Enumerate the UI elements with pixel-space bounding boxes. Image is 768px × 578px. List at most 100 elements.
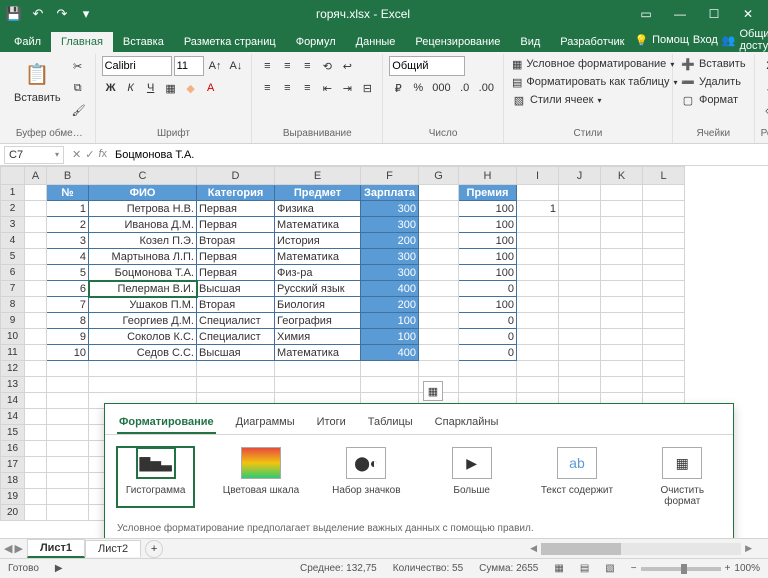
qat-customize-icon[interactable]: ▾	[76, 4, 96, 24]
sheet-nav-next-icon[interactable]: ▶	[14, 542, 22, 555]
select-all-corner[interactable]	[1, 167, 25, 185]
cell[interactable]: 100	[361, 329, 419, 345]
col-header-I[interactable]: I	[517, 167, 559, 185]
cell[interactable]: Специалист	[197, 329, 275, 345]
row-header[interactable]: 17	[1, 457, 25, 473]
tab-formulas[interactable]: Формул	[286, 32, 346, 52]
row-header[interactable]: 10	[1, 329, 25, 345]
cell[interactable]: 9	[47, 329, 89, 345]
cell[interactable]: Боцмонова Т.А.	[89, 265, 197, 281]
col-header-A[interactable]: A	[25, 167, 47, 185]
view-page-break-icon[interactable]: ▧	[605, 563, 614, 574]
cell[interactable]: 8	[47, 313, 89, 329]
tab-page-layout[interactable]: Разметка страниц	[174, 32, 286, 52]
qa-item-clear-format[interactable]: ▦Очистить формат	[644, 447, 721, 507]
cell[interactable]: 100	[459, 297, 517, 313]
cell[interactable]	[517, 313, 559, 329]
col-header-D[interactable]: D	[197, 167, 275, 185]
cell-styles-button[interactable]: ▧Стили ячеек▾	[510, 92, 666, 108]
underline-button[interactable]: Ч	[142, 79, 160, 97]
align-middle-icon[interactable]: ≡	[278, 57, 296, 75]
format-painter-icon[interactable]: 🖌	[69, 101, 89, 119]
row-header[interactable]: 16	[1, 441, 25, 457]
cell[interactable]: Вторая	[197, 297, 275, 313]
zoom-in-icon[interactable]: +	[725, 563, 731, 574]
cell[interactable]: Первая	[197, 201, 275, 217]
cell[interactable]: 400	[361, 281, 419, 297]
tell-me-label[interactable]: Помощ	[652, 34, 689, 46]
bold-button[interactable]: Ж	[102, 79, 120, 97]
zoom-control[interactable]: − + 100%	[631, 563, 760, 574]
qa-tab-sparklines[interactable]: Спарклайны	[433, 412, 501, 434]
cell[interactable]: 100	[459, 249, 517, 265]
table-header[interactable]: №	[47, 185, 89, 201]
cell[interactable]	[517, 265, 559, 281]
table-header[interactable]: Категория	[197, 185, 275, 201]
new-sheet-button[interactable]: +	[145, 540, 163, 558]
horizontal-scrollbar[interactable]: ◀▶	[163, 543, 768, 555]
cell[interactable]: Специалист	[197, 313, 275, 329]
table-header[interactable]: ФИО	[89, 185, 197, 201]
redo-icon[interactable]: ↷	[52, 4, 72, 24]
paste-button[interactable]: 📋 Вставить	[10, 56, 65, 106]
row-header[interactable]: 9	[1, 313, 25, 329]
ribbon-options-icon[interactable]: ▭	[630, 4, 662, 24]
cell[interactable]	[517, 249, 559, 265]
cell[interactable]	[517, 345, 559, 361]
comma-icon[interactable]: 000	[429, 79, 453, 97]
col-header-L[interactable]: L	[643, 167, 685, 185]
cell[interactable]: 10	[47, 345, 89, 361]
row-header[interactable]: 4	[1, 233, 25, 249]
cell[interactable]: 100	[459, 201, 517, 217]
align-left-icon[interactable]: ≡	[258, 79, 276, 97]
cell[interactable]: Математика	[275, 217, 361, 233]
col-header-H[interactable]: H	[459, 167, 517, 185]
delete-cells-button[interactable]: ➖Удалить	[679, 74, 748, 90]
merge-icon[interactable]: ⊟	[358, 79, 376, 97]
qa-item-greater-than[interactable]: ▶Больше	[433, 447, 510, 507]
row-header[interactable]: 19	[1, 489, 25, 505]
row-header[interactable]: 5	[1, 249, 25, 265]
conditional-formatting-button[interactable]: ▦Условное форматирование▾	[510, 56, 666, 72]
qa-tab-totals[interactable]: Итоги	[315, 412, 348, 434]
row-header[interactable]: 14	[1, 393, 25, 409]
cell[interactable]: Первая	[197, 217, 275, 233]
cell[interactable]: История	[275, 233, 361, 249]
cell[interactable]: 1	[47, 201, 89, 217]
cell[interactable]: Мартынова Л.П.	[89, 249, 197, 265]
insert-cells-button[interactable]: ➕Вставить	[679, 56, 748, 72]
cell[interactable]: География	[275, 313, 361, 329]
col-header-C[interactable]: C	[89, 167, 197, 185]
row-header[interactable]: 3	[1, 217, 25, 233]
cell[interactable]: 0	[459, 281, 517, 297]
fx-icon[interactable]: fx	[98, 148, 107, 161]
align-bottom-icon[interactable]: ≡	[298, 57, 316, 75]
cell[interactable]: Физ-ра	[275, 265, 361, 281]
cell[interactable]: 1	[517, 201, 559, 217]
row-header[interactable]: 8	[1, 297, 25, 313]
cell[interactable]	[517, 297, 559, 313]
cell[interactable]: Русский язык	[275, 281, 361, 297]
qa-tab-charts[interactable]: Диаграммы	[234, 412, 297, 434]
qa-tab-formatting[interactable]: Форматирование	[117, 412, 216, 434]
cell[interactable]: 0	[459, 345, 517, 361]
tab-view[interactable]: Вид	[510, 32, 550, 52]
col-header-F[interactable]: F	[361, 167, 419, 185]
clear-icon[interactable]: ◇	[761, 101, 768, 119]
cell[interactable]: Высшая	[197, 345, 275, 361]
cancel-formula-icon[interactable]: ✕	[72, 148, 81, 161]
quick-analysis-button[interactable]: ▦	[423, 381, 443, 401]
table-header[interactable]: Предмет	[275, 185, 361, 201]
increase-decimal-icon[interactable]: .0	[456, 79, 474, 97]
align-right-icon[interactable]: ≡	[298, 79, 316, 97]
row-header[interactable]: 1	[1, 185, 25, 201]
row-header[interactable]: 20	[1, 505, 25, 521]
qa-item-text-contains[interactable]: abТекст содержит	[538, 447, 615, 507]
name-box[interactable]: C7▾	[4, 146, 64, 164]
cell[interactable]: 300	[361, 265, 419, 281]
border-icon[interactable]: ▦	[162, 79, 180, 97]
cell[interactable]: Седов С.С.	[89, 345, 197, 361]
formula-input[interactable]	[111, 146, 768, 164]
undo-icon[interactable]: ↶	[28, 4, 48, 24]
font-name-combo[interactable]	[102, 56, 172, 76]
